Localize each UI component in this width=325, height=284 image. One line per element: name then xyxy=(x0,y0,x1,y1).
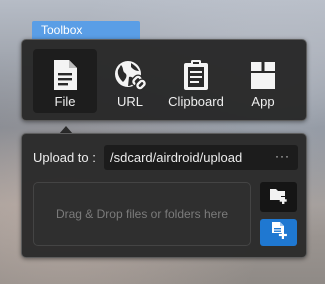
apps-panel: File URL Clipboard App xyxy=(21,39,307,121)
globe-link-icon xyxy=(98,59,162,91)
upload-file-button[interactable] xyxy=(260,219,297,246)
upload-folder-button[interactable] xyxy=(260,182,297,212)
app-url[interactable]: URL xyxy=(98,49,162,113)
app-app[interactable]: App xyxy=(231,49,295,113)
drop-zone-text: Drag & Drop files or folders here xyxy=(55,207,229,221)
clipboard-icon xyxy=(164,59,228,91)
toolbox-tab[interactable]: Toolbox xyxy=(32,21,140,40)
upload-to-label: Upload to : xyxy=(33,150,96,165)
app-clipboard[interactable]: Clipboard xyxy=(164,49,228,113)
upload-path-field[interactable]: /sdcard/airdroid/upload ··· xyxy=(104,145,298,170)
more-options-button[interactable]: ··· xyxy=(275,149,290,163)
drop-zone[interactable]: Drag & Drop files or folders here xyxy=(33,182,251,246)
app-box-icon xyxy=(231,59,295,91)
app-app-label: App xyxy=(251,94,275,109)
add-file-icon xyxy=(271,221,287,244)
upload-panel: Upload to : /sdcard/airdroid/upload ··· … xyxy=(21,133,307,258)
file-icon xyxy=(33,59,97,91)
upload-path-text: /sdcard/airdroid/upload xyxy=(110,150,243,165)
add-folder-icon xyxy=(269,186,289,209)
